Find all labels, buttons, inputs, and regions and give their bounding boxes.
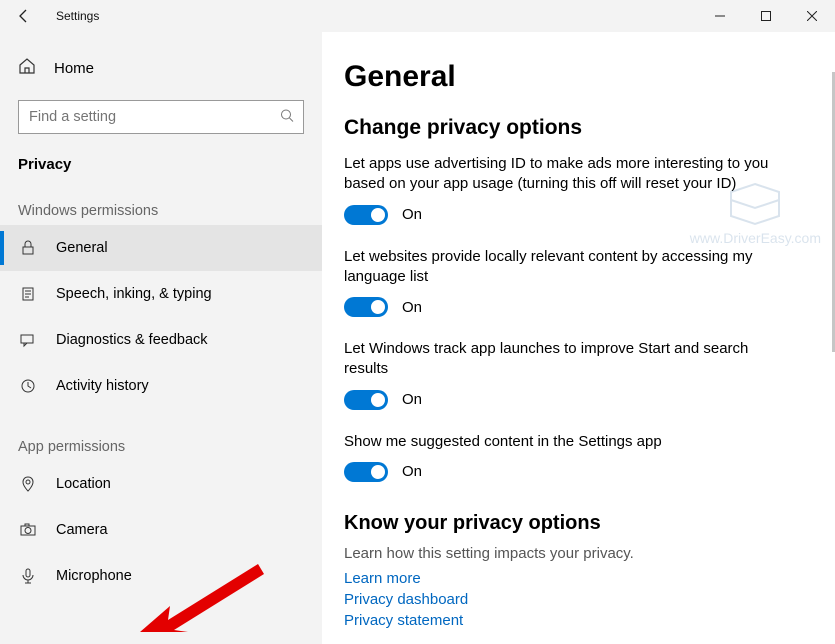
sidebar-item-label: General [56,240,108,256]
toggle-state-label: On [402,299,422,316]
window-title: Settings [48,9,99,23]
sidebar-item-home[interactable]: Home [0,46,322,90]
option-description: Let Windows track app launches to improv… [344,339,784,380]
link-privacy-statement[interactable]: Privacy statement [344,610,801,631]
home-label: Home [54,60,94,77]
close-button[interactable] [789,0,835,32]
arrow-left-icon [16,8,32,24]
page-title: General [344,60,801,94]
toggle-state-label: On [402,391,422,408]
sidebar-item-label: Microphone [56,568,132,584]
search-box[interactable] [18,100,304,134]
toggle-suggested-content[interactable] [344,462,388,482]
toggle-state-label: On [402,463,422,480]
feedback-icon [18,330,38,350]
search-icon [280,109,294,126]
sidebar-category-header: Privacy [0,134,322,173]
sidebar-item-microphone[interactable]: Microphone [0,553,322,599]
option-description: Show me suggested content in the Setting… [344,432,784,452]
close-icon [807,11,817,21]
section-heading: Change privacy options [344,116,801,140]
sidebar-item-general[interactable]: General [0,225,322,271]
back-button[interactable] [0,0,48,32]
option-advertising-id: Let apps use advertising ID to make ads … [344,154,784,225]
know-section: Know your privacy options Learn how this… [344,512,801,631]
history-icon [18,376,38,396]
sidebar-item-diagnostics-feedback[interactable]: Diagnostics & feedback [0,317,322,363]
sidebar-item-label: Diagnostics & feedback [56,332,208,348]
option-suggested-content: Show me suggested content in the Setting… [344,432,784,482]
sidebar-item-label: Activity history [56,378,149,394]
sidebar-item-activity-history[interactable]: Activity history [0,363,322,409]
option-language-list: Let websites provide locally relevant co… [344,247,784,318]
link-privacy-dashboard[interactable]: Privacy dashboard [344,589,801,610]
clipboard-icon [18,284,38,304]
main-content: General Change privacy options Let apps … [322,32,835,644]
title-bar: Settings [0,0,835,32]
caption-buttons [697,0,835,32]
sidebar-item-label: Camera [56,522,108,538]
option-description: Let websites provide locally relevant co… [344,247,784,288]
minimize-icon [715,11,725,21]
toggle-language-list[interactable] [344,297,388,317]
search-input[interactable] [18,100,304,134]
maximize-button[interactable] [743,0,789,32]
maximize-icon [761,11,771,21]
know-heading: Know your privacy options [344,512,801,535]
sidebar: Home Privacy Windows permissions General… [0,32,322,644]
camera-icon [18,520,38,540]
minimize-button[interactable] [697,0,743,32]
link-learn-more[interactable]: Learn more [344,568,801,589]
toggle-track-launches[interactable] [344,390,388,410]
microphone-icon [18,566,38,586]
lock-icon [18,238,38,258]
toggle-advertising-id[interactable] [344,205,388,225]
sidebar-item-location[interactable]: Location [0,461,322,507]
option-description: Let apps use advertising ID to make ads … [344,154,784,195]
home-icon [18,57,38,79]
location-icon [18,474,38,494]
option-track-launches: Let Windows track app launches to improv… [344,339,784,410]
sidebar-group-windows-permissions: Windows permissions [0,173,322,225]
watermark-text: www.DriverEasy.com [690,230,821,246]
sidebar-item-speech-inking-typing[interactable]: Speech, inking, & typing [0,271,322,317]
sidebar-item-label: Location [56,476,111,492]
sidebar-item-label: Speech, inking, & typing [56,286,212,302]
sidebar-group-app-permissions: App permissions [0,409,322,461]
know-hint: Learn how this setting impacts your priv… [344,545,801,562]
toggle-state-label: On [402,206,422,223]
sidebar-item-camera[interactable]: Camera [0,507,322,553]
